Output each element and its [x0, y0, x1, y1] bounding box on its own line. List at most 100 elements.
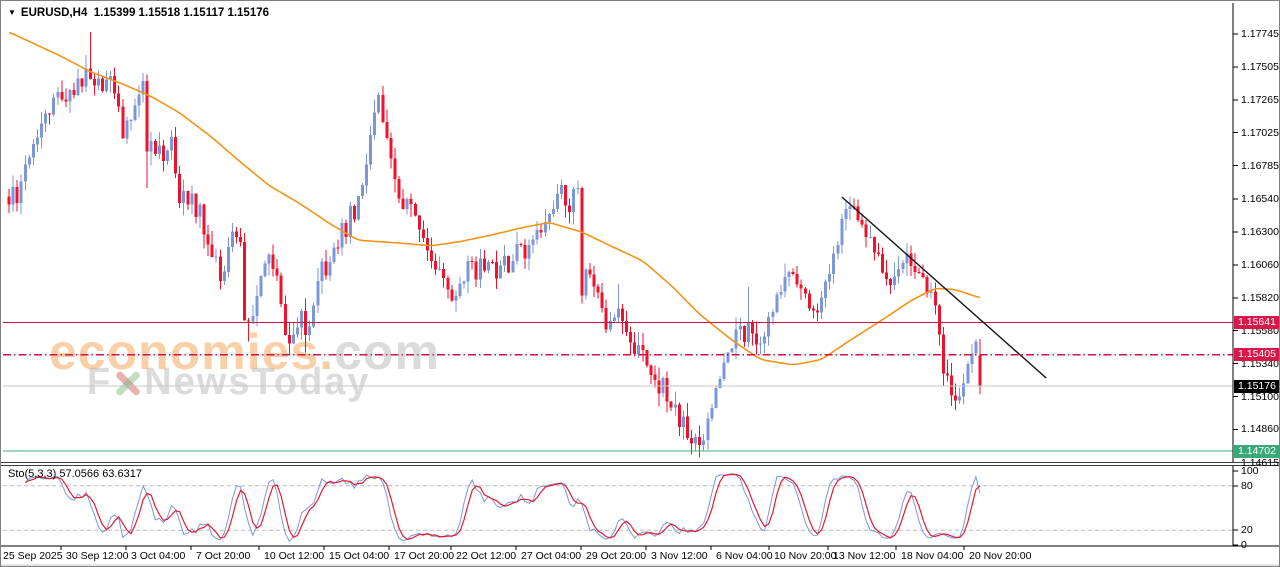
- sto-tick-label: 20: [1241, 524, 1253, 536]
- candle: [203, 205, 206, 235]
- candle: [194, 194, 197, 217]
- candle: [763, 337, 766, 344]
- candle: [487, 262, 490, 271]
- candle: [349, 206, 352, 237]
- window-bottom-edge: [1, 564, 1280, 566]
- candle: [564, 185, 567, 205]
- candle: [499, 265, 502, 278]
- candle: [735, 330, 738, 349]
- candle: [682, 416, 685, 427]
- candle: [548, 214, 551, 222]
- candle: [792, 272, 795, 274]
- candle: [353, 206, 356, 220]
- moving-average-line[interactable]: [9, 33, 980, 365]
- chart-canvas[interactable]: [1, 1, 1280, 567]
- candle: [938, 305, 941, 334]
- candle: [686, 416, 689, 438]
- candle: [637, 345, 640, 354]
- candle: [276, 269, 279, 276]
- candle: [731, 348, 734, 352]
- candle: [272, 255, 275, 269]
- candle: [966, 364, 969, 383]
- candle: [873, 237, 876, 253]
- candle: [40, 123, 43, 137]
- candle: [12, 187, 15, 204]
- candle: [727, 352, 730, 362]
- candle: [247, 320, 250, 321]
- candle: [865, 225, 868, 238]
- candle: [832, 254, 835, 275]
- candle: [524, 245, 527, 259]
- candle: [117, 93, 120, 106]
- time-tick-label: 27 Oct 04:00: [521, 550, 581, 562]
- candle: [215, 257, 218, 258]
- candle: [767, 317, 770, 337]
- candle: [869, 237, 872, 238]
- candlesticks: [8, 32, 982, 457]
- candle: [641, 345, 644, 350]
- candle: [207, 235, 210, 245]
- candle: [621, 308, 624, 321]
- symbol-timeframe: EURUSD,H4: [21, 7, 87, 19]
- candle: [580, 188, 583, 296]
- candle: [918, 272, 921, 273]
- candle: [824, 282, 827, 298]
- price-tick-label: 1.16300: [1241, 226, 1279, 238]
- candle: [426, 238, 429, 251]
- candle: [381, 95, 384, 122]
- candle: [491, 262, 494, 263]
- candle: [227, 247, 230, 272]
- price-level-box: 1.15176: [1234, 380, 1280, 393]
- candle: [446, 278, 449, 289]
- time-tick-label: 22 Oct 12:00: [456, 550, 516, 562]
- candle: [576, 188, 579, 189]
- candle: [251, 316, 254, 322]
- price-tick-label: 1.17025: [1241, 127, 1279, 139]
- time-tick-label: 10 Nov 20:00: [774, 550, 836, 562]
- candle: [223, 272, 226, 281]
- time-tick-label: 13 Nov 12:00: [833, 550, 895, 562]
- candle: [901, 263, 904, 269]
- price-tick-label: 1.16060: [1241, 259, 1279, 271]
- ohlc-values: 1.15399 1.15518 1.15117 1.15176: [94, 7, 269, 19]
- candle: [113, 76, 116, 93]
- candle: [93, 79, 96, 85]
- candle: [613, 318, 616, 322]
- price-tick-label: 1.14860: [1241, 423, 1279, 435]
- candle: [329, 262, 332, 276]
- candle: [430, 251, 433, 261]
- candle: [690, 438, 693, 444]
- candle: [808, 294, 811, 309]
- candle: [345, 223, 348, 237]
- candle: [239, 237, 242, 242]
- candle: [190, 194, 193, 205]
- candle: [402, 199, 405, 209]
- candle: [962, 383, 965, 396]
- candle: [48, 114, 51, 115]
- candle: [255, 296, 258, 316]
- candle: [73, 90, 76, 95]
- time-tick-label: 3 Nov 12:00: [651, 550, 708, 562]
- candle: [138, 94, 141, 105]
- candle: [922, 273, 925, 277]
- candle: [121, 106, 124, 138]
- candle: [129, 120, 132, 121]
- candle: [162, 145, 165, 161]
- candle: [20, 181, 23, 203]
- candle: [666, 378, 669, 401]
- candle: [881, 254, 884, 273]
- candle: [979, 356, 982, 387]
- candle: [133, 105, 136, 120]
- panel-separator[interactable]: [1, 462, 1280, 466]
- candle: [706, 418, 709, 440]
- symbol-dropdown-icon[interactable]: ▼: [8, 8, 16, 17]
- candle: [24, 165, 27, 182]
- candle: [568, 206, 571, 212]
- candle: [678, 405, 681, 427]
- candle: [914, 266, 917, 272]
- candle: [674, 405, 677, 408]
- candle: [511, 261, 514, 273]
- candle: [467, 261, 470, 281]
- sto-tick-label: 0: [1241, 539, 1247, 551]
- candle: [719, 379, 722, 388]
